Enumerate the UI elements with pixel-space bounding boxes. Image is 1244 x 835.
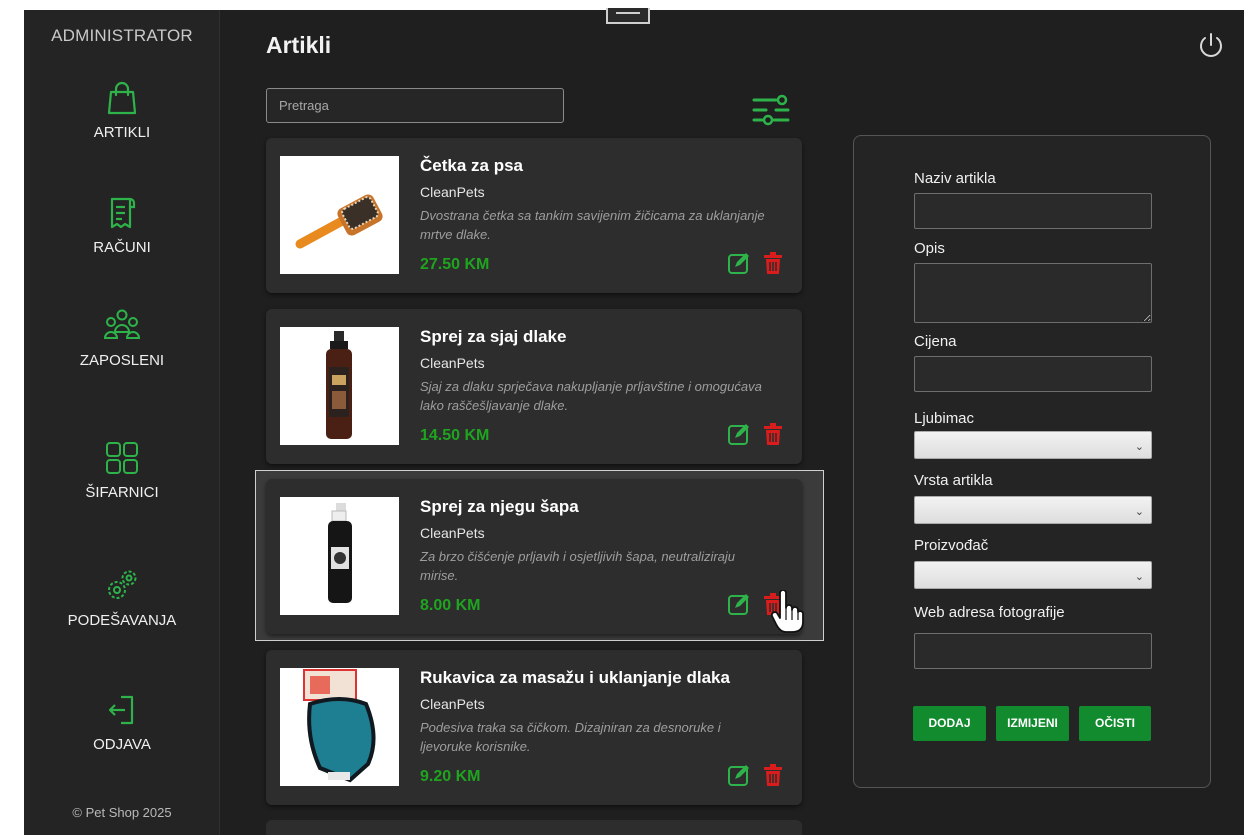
- page-title: Artikli: [266, 32, 332, 58]
- shopping-bag-icon: [107, 81, 137, 115]
- sidebar-item-label: ZAPOSLENI: [79, 352, 165, 369]
- chevron-down-icon: ⌄: [1134, 440, 1144, 453]
- product-image-spray: [280, 327, 399, 445]
- product-price: 14.50 KM: [420, 427, 490, 444]
- sidebar: ADMINISTRATOR ARTIKLI RAČUNI ZAPOSLENI Š…: [24, 10, 220, 835]
- edit-button[interactable]: IZMIJENI: [996, 706, 1069, 741]
- chevron-down-icon: ⌄: [1134, 505, 1144, 518]
- receipt-icon: [110, 197, 136, 229]
- delete-icon[interactable]: [762, 251, 784, 275]
- price-label: Cijena: [914, 333, 957, 350]
- sidebar-item-zaposleni[interactable]: ZAPOSLENI: [24, 308, 220, 369]
- edit-icon[interactable]: [728, 593, 750, 615]
- logout-icon: [108, 695, 134, 725]
- search-input[interactable]: [266, 88, 564, 123]
- product-price: 27.50 KM: [420, 256, 490, 273]
- photo-url-input[interactable]: [914, 633, 1152, 669]
- sidebar-item-label: ARTIKLI: [93, 124, 151, 141]
- add-button[interactable]: DODAJ: [913, 706, 986, 741]
- product-brand: CleanPets: [420, 696, 485, 712]
- product-name: Sprej za njegu šapa: [420, 497, 579, 516]
- sidebar-item-label: ŠIFARNICI: [85, 484, 159, 501]
- product-image-brush: [280, 156, 399, 274]
- pet-label: Ljubimac: [914, 410, 975, 427]
- product-card[interactable]: Sprej za sjaj dlake CleanPets Sjaj za dl…: [266, 309, 802, 464]
- product-brand: CleanPets: [420, 184, 485, 200]
- sidebar-item-podesavanja[interactable]: PODEŠAVANJA: [24, 568, 220, 629]
- sidebar-item-artikli[interactable]: ARTIKLI: [24, 80, 220, 141]
- power-icon[interactable]: [1196, 31, 1226, 61]
- copyright-footer: © Pet Shop 2025: [72, 805, 172, 820]
- grid-icon: [106, 442, 138, 474]
- sidebar-item-label: ODJAVA: [93, 736, 151, 753]
- product-name: Četka za psa: [420, 156, 523, 175]
- article-type-select[interactable]: ⌄: [914, 496, 1152, 524]
- sidebar-item-sifarnici[interactable]: ŠIFARNICI: [24, 440, 220, 501]
- photo-url-label: Web adresa fotografije: [914, 604, 1065, 621]
- product-brand: CleanPets: [420, 525, 485, 541]
- product-name: Sprej za sjaj dlake: [420, 327, 567, 346]
- users-icon: [104, 309, 140, 339]
- article-form-panel: [853, 135, 1211, 788]
- product-image-paw-spray: [280, 497, 399, 615]
- filter-sliders-icon[interactable]: [752, 92, 790, 126]
- edit-icon[interactable]: [728, 252, 750, 274]
- product-card-partial: [266, 820, 802, 835]
- product-card[interactable]: Rukavica za masažu i uklanjanje dlaka Cl…: [266, 650, 802, 805]
- clear-button[interactable]: OČISTI: [1079, 706, 1151, 741]
- product-price: 8.00 KM: [420, 597, 481, 614]
- product-description: Podesiva traka sa čičkom. Dizajniran za …: [420, 720, 721, 754]
- manufacturer-select[interactable]: ⌄: [914, 561, 1152, 589]
- product-image-glove: [280, 668, 399, 786]
- delete-icon[interactable]: [762, 763, 784, 787]
- name-label: Naziv artikla: [914, 170, 996, 187]
- product-price: 9.20 KM: [420, 768, 481, 785]
- sidebar-item-odjava[interactable]: ODJAVA: [24, 692, 220, 753]
- edit-icon[interactable]: [728, 764, 750, 786]
- product-description: Dvostrana četka sa tankim savijenim žiči…: [420, 208, 765, 242]
- product-brand: CleanPets: [420, 355, 485, 371]
- sidebar-item-label: RAČUNI: [93, 239, 151, 256]
- description-textarea[interactable]: [914, 263, 1152, 323]
- product-description: Sjaj za dlaku sprječava nakupljanje prlj…: [420, 379, 762, 413]
- sidebar-title: ADMINISTRATOR: [51, 26, 193, 45]
- pet-select[interactable]: ⌄: [914, 431, 1152, 459]
- gears-icon: [108, 570, 137, 599]
- sidebar-item-racuni[interactable]: RAČUNI: [24, 195, 220, 256]
- window-drag-handle[interactable]: [606, 8, 650, 24]
- product-card[interactable]: Sprej za njegu šapa CleanPets Za brzo či…: [266, 479, 802, 634]
- edit-icon[interactable]: [728, 423, 750, 445]
- name-input[interactable]: [914, 193, 1152, 229]
- product-name: Rukavica za masažu i uklanjanje dlaka: [420, 668, 730, 687]
- manufacturer-label: Proizvođač: [914, 537, 989, 554]
- sidebar-item-label: PODEŠAVANJA: [67, 612, 177, 629]
- price-input[interactable]: [914, 356, 1152, 392]
- product-card[interactable]: Četka za psa CleanPets Dvostrana četka s…: [266, 138, 802, 293]
- chevron-down-icon: ⌄: [1134, 570, 1144, 583]
- delete-icon[interactable]: [762, 592, 784, 616]
- description-label: Opis: [914, 240, 945, 257]
- delete-icon[interactable]: [762, 422, 784, 446]
- type-label: Vrsta artikla: [914, 472, 993, 489]
- product-description: Za brzo čišćenje prljavih i osjetljivih …: [420, 549, 736, 583]
